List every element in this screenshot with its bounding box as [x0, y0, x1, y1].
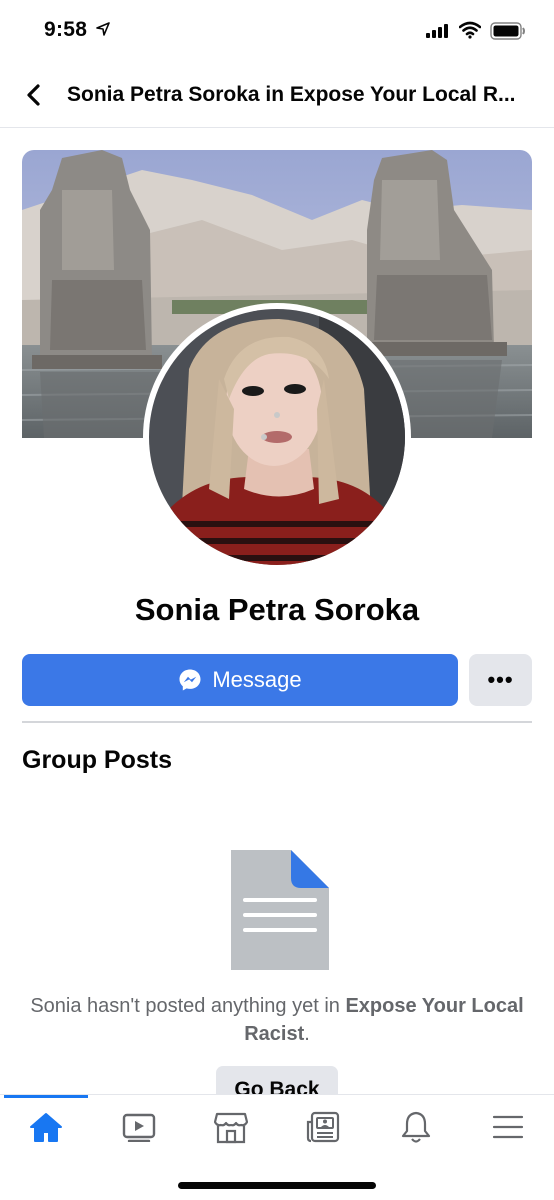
location-arrow-icon: [96, 22, 110, 36]
messenger-icon: [179, 669, 201, 691]
message-button[interactable]: Message: [22, 654, 458, 706]
marketplace-icon: [214, 1112, 248, 1144]
active-tab-indicator: [4, 1095, 88, 1098]
home-icon: [30, 1113, 62, 1142]
profile-avatar[interactable]: [143, 303, 411, 571]
bell-icon: [401, 1111, 431, 1143]
chevron-left-icon: [27, 84, 40, 106]
empty-state-text: Sonia hasn't posted anything yet in Expo…: [22, 992, 532, 1048]
nav-header: Sonia Petra Soroka in Expose Your Local …: [0, 62, 554, 128]
empty-state-suffix: .: [304, 1023, 310, 1045]
empty-state-prefix: Sonia hasn't posted anything yet in: [30, 995, 346, 1017]
back-button[interactable]: [18, 80, 48, 110]
page-title: Sonia Petra Soroka in Expose Your Local …: [67, 83, 516, 106]
tab-notifications[interactable]: [391, 1107, 441, 1147]
menu-icon: [492, 1115, 524, 1139]
group-posts-title: Group Posts: [22, 746, 173, 774]
tab-watch[interactable]: [114, 1107, 164, 1147]
cellular-signal-icon: [426, 24, 448, 38]
news-icon: [306, 1111, 340, 1143]
video-icon: [122, 1113, 156, 1142]
document-icon: [231, 850, 329, 970]
profile-name: Sonia Petra Soroka: [134, 592, 420, 627]
message-button-label: Message: [212, 667, 302, 692]
battery-icon: [490, 22, 525, 40]
section-divider: [22, 721, 532, 723]
tab-marketplace[interactable]: [206, 1107, 256, 1147]
tab-news[interactable]: [298, 1107, 348, 1147]
more-options-button[interactable]: •••: [469, 654, 532, 706]
status-time: 9:58: [44, 18, 88, 41]
more-dots-icon: •••: [487, 667, 514, 692]
wifi-icon: [459, 21, 481, 39]
tab-home[interactable]: [21, 1107, 71, 1147]
status-bar: 9:58: [0, 0, 554, 60]
home-indicator: [178, 1182, 376, 1189]
tab-menu[interactable]: [483, 1107, 533, 1147]
